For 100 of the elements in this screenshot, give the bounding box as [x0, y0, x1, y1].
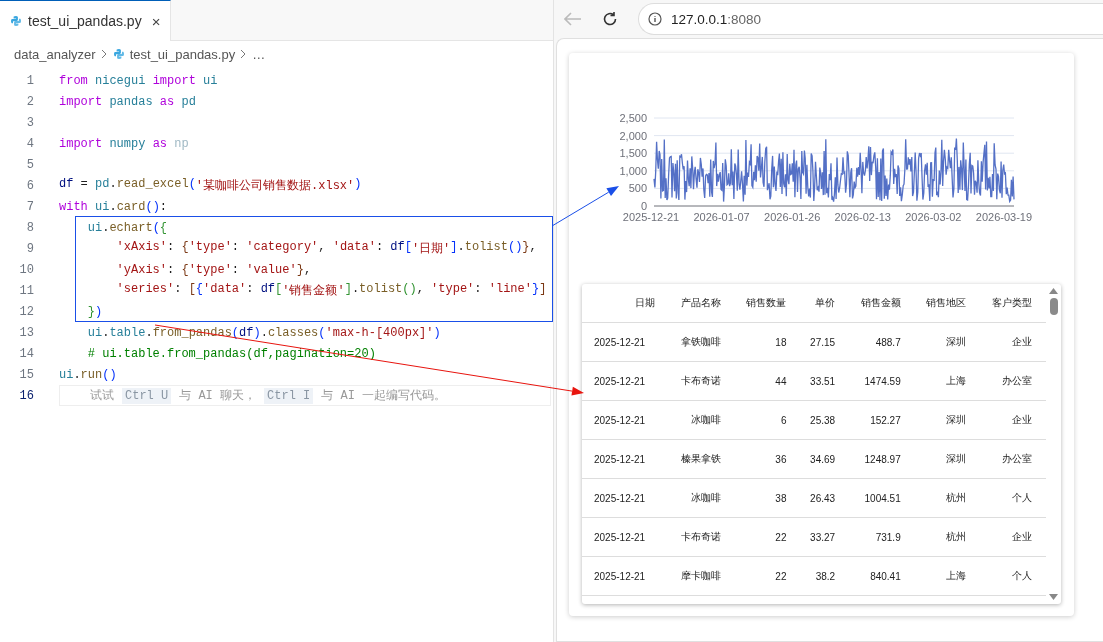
- column-header[interactable]: 销售数量: [734, 284, 801, 323]
- line-number: 16: [18, 388, 34, 403]
- column-header[interactable]: 单价: [800, 284, 850, 323]
- table-cell: 27.15: [800, 322, 850, 362]
- table-cell: 个人: [980, 556, 1046, 596]
- url-text: 127.0.0.1:8080: [671, 11, 762, 27]
- code-line: ui.echart({: [86, 220, 168, 235]
- y-axis-label: 0: [640, 200, 647, 212]
- table-cell: 冰咖啡: [669, 478, 735, 518]
- table-cell: 拿铁咖啡: [669, 322, 735, 362]
- table-cell: 2025-12-21: [582, 361, 670, 401]
- code-line: import numpy as np: [59, 136, 189, 151]
- column-header[interactable]: 产品名称: [669, 284, 735, 323]
- code-line: 'xAxis': {'type': 'category', 'data': df['日期'].tolist()},: [115, 240, 537, 257]
- close-icon[interactable]: ×: [151, 12, 161, 30]
- table-cell: 22: [734, 517, 801, 557]
- line-number: 8: [25, 220, 34, 235]
- table-cell: 榛果拿铁: [669, 439, 735, 479]
- table-cell: 38.2: [800, 556, 850, 596]
- code-line: ui.run(): [59, 367, 117, 382]
- breadcrumb-item[interactable]: …: [252, 46, 266, 62]
- back-arrow-icon[interactable]: [564, 12, 582, 26]
- info-icon[interactable]: [648, 12, 662, 26]
- table-cell: 卡布奇诺: [669, 361, 735, 401]
- python-file-icon: [10, 15, 22, 27]
- y-axis-label: 2,500: [619, 112, 647, 124]
- table-cell: 840.41: [849, 556, 915, 596]
- table-cell: 卡布奇诺: [669, 517, 735, 557]
- scroll-down-icon[interactable]: [1049, 594, 1058, 600]
- table-cell: 25.38: [800, 400, 850, 440]
- table-cell: 个人: [980, 478, 1046, 518]
- hint-text: 与 AI 聊天，: [179, 388, 257, 404]
- code-line: 'series': [{'data': df['销售金额'].tolist(), 'type': 'line'}]: [115, 282, 547, 299]
- x-axis-label: 2026-01-07: [693, 211, 750, 223]
- x-axis-label: 2026-03-19: [975, 211, 1033, 223]
- breadcrumb-item[interactable]: test_ui_pandas.py: [129, 46, 236, 62]
- table-cell: 731.9: [849, 517, 915, 557]
- line-number: 13: [18, 325, 34, 340]
- x-axis-label: 2026-03-02: [905, 211, 962, 223]
- line-number: 14: [18, 346, 34, 361]
- shortcut-key: Ctrl I: [264, 387, 314, 404]
- column-header[interactable]: 日期: [582, 284, 670, 323]
- column-header[interactable]: 销售地区: [914, 284, 981, 323]
- line-number: 10: [18, 262, 34, 277]
- table-cell: 44: [734, 361, 801, 401]
- table-cell: 6: [734, 400, 801, 440]
- scroll-up-icon[interactable]: [1049, 288, 1058, 294]
- column-header[interactable]: 客户类型: [980, 284, 1046, 323]
- x-axis-label: 2026-02-13: [834, 211, 891, 223]
- table-cell: 2025-12-21: [582, 439, 670, 479]
- table-cell: 上海: [914, 361, 981, 401]
- table-cell: 2025-12-21: [582, 517, 670, 557]
- code-line: import pandas as pd: [59, 94, 196, 109]
- table-cell: 38: [734, 478, 801, 518]
- table-cell: 34.69: [800, 439, 850, 479]
- x-axis-label: 2025-12-21: [622, 211, 680, 223]
- table-cell: 152.27: [849, 400, 915, 440]
- reload-icon[interactable]: [602, 11, 618, 27]
- hint-text: 与 AI 一起编写代码。: [321, 388, 447, 404]
- table-cell: 22: [734, 556, 801, 596]
- table-cell: 企业: [980, 322, 1046, 362]
- chevron-icon: [240, 49, 248, 59]
- hint-text: 试试: [90, 388, 114, 404]
- code-line: df = pd.read_excel('某咖啡公司销售数据.xlsx'): [59, 177, 362, 194]
- table-cell: 摩卡咖啡: [669, 556, 735, 596]
- table-cell: 深圳: [914, 400, 981, 440]
- line-number: 5: [25, 157, 34, 172]
- table-cell: 深圳: [914, 439, 981, 479]
- code-line: 'yAxis': {'type': 'value'},: [115, 262, 312, 277]
- line-number: 11: [18, 283, 34, 298]
- column-header[interactable]: 销售金额: [849, 284, 915, 323]
- table-cell: 33.27: [800, 517, 850, 557]
- breadcrumb-item[interactable]: data_analyzer: [14, 46, 96, 62]
- python-file-icon: [112, 48, 125, 60]
- line-number: 12: [18, 304, 34, 319]
- table-cell: 33.51: [800, 361, 850, 401]
- table-cell: 1248.97: [849, 439, 915, 479]
- scroll-thumb[interactable]: [1049, 298, 1058, 315]
- editor-tab[interactable]: test_ui_pandas.py ×: [0, 0, 172, 41]
- address-bar[interactable]: 127.0.0.1:8080: [638, 3, 1103, 35]
- line-number: 15: [18, 367, 34, 382]
- table-cell: 2025-12-21: [582, 478, 670, 518]
- table-cell: 1474.59: [849, 361, 915, 401]
- table-cell: 办公室: [980, 361, 1046, 401]
- code-line: with ui.card():: [59, 199, 168, 214]
- x-axis-label: 2026-01-26: [764, 211, 821, 223]
- chevron-icon: [100, 49, 108, 59]
- line-number: 7: [25, 199, 34, 214]
- shortcut-key: Ctrl U: [122, 387, 172, 404]
- table-cell: 1004.51: [849, 478, 915, 518]
- table-cell: 2025-12-21: [582, 322, 670, 362]
- table-cell: 企业: [980, 517, 1046, 557]
- table-cell: 企业: [980, 400, 1046, 440]
- table-cell: 办公室: [980, 439, 1046, 479]
- line-number: 6: [25, 178, 34, 193]
- code-line: from nicegui import ui: [59, 73, 218, 88]
- table-cell: 深圳: [914, 322, 981, 362]
- table-cell: 冰咖啡: [669, 400, 735, 440]
- y-axis-label: 1,000: [619, 164, 647, 177]
- y-axis-label: 2,000: [619, 129, 647, 142]
